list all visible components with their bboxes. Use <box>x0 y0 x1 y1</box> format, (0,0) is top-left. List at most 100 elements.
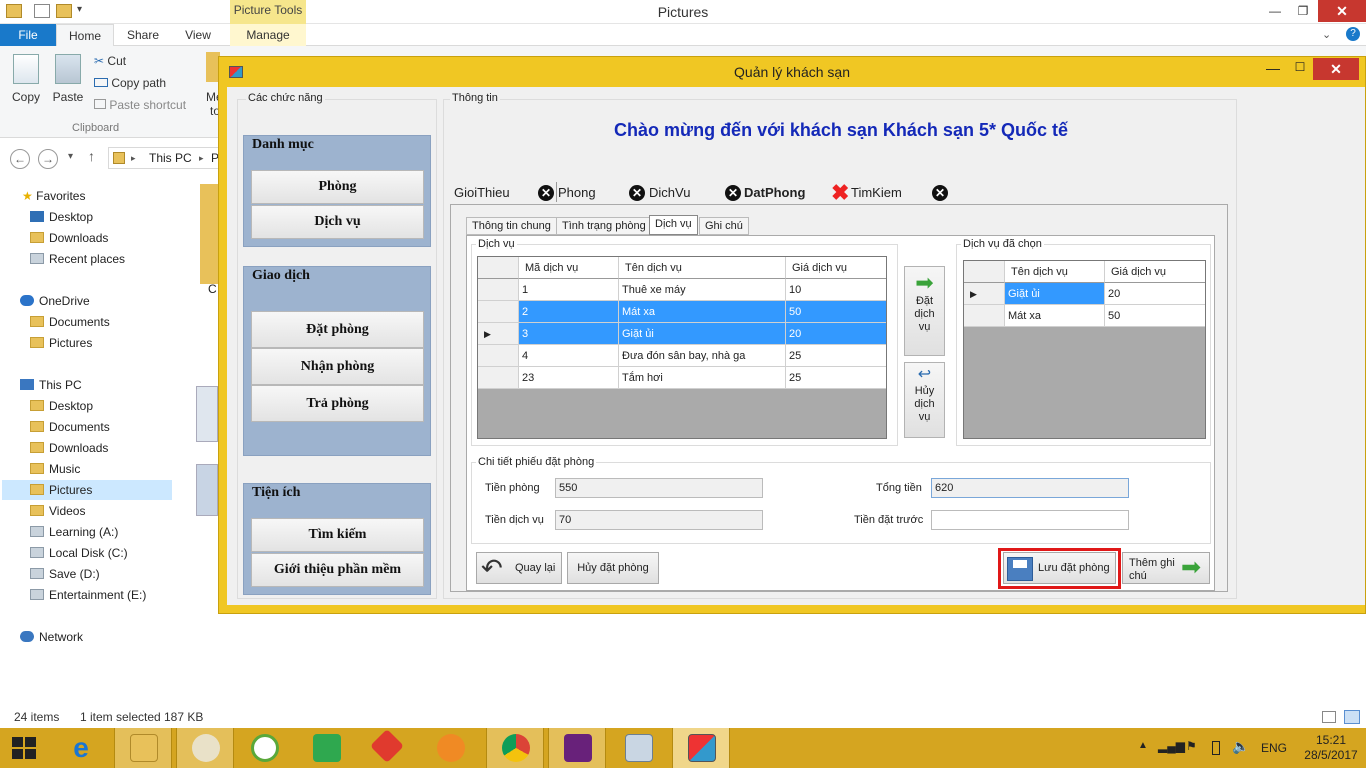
col-gia-dich-vu[interactable]: Giá dịch vụ <box>1105 261 1205 283</box>
col-gia-dich-vu[interactable]: Giá dịch vụ <box>786 257 886 279</box>
close-tab-gioithieu-icon[interactable]: ✕ <box>538 185 554 201</box>
cell-gia[interactable]: 25 <box>786 367 886 389</box>
cell-ten[interactable]: Thuê xe máy <box>619 279 786 301</box>
nav-drive-d[interactable]: Save (D:) <box>30 564 202 584</box>
paste-shortcut-button[interactable]: Paste shortcut <box>94 98 186 112</box>
row-header[interactable] <box>478 279 519 301</box>
flag-icon[interactable]: ⚑ <box>1186 739 1197 753</box>
back-button[interactable]: ↶ Quay lại <box>476 552 562 584</box>
signal-icon[interactable]: ▂▄▆ <box>1158 739 1185 753</box>
show-hidden-icons-icon[interactable]: ▲ <box>1138 740 1148 751</box>
cell-ten[interactable]: Tắm hơi <box>619 367 786 389</box>
volume-icon[interactable]: 🔈 <box>1232 738 1249 755</box>
cell-ten[interactable]: Đưa đón sân bay, nhà ga <box>619 345 786 367</box>
close-icon[interactable]: ✕ <box>1313 58 1359 80</box>
cell-ma[interactable]: 3 <box>519 323 619 345</box>
nav-onedrive-pictures[interactable]: Pictures <box>30 333 202 353</box>
col-ten-dich-vu[interactable]: Tên dịch vụ <box>619 257 786 279</box>
image-thumbnail-2[interactable] <box>196 464 218 516</box>
cell-gia[interactable]: 10 <box>786 279 886 301</box>
nav-drive-c[interactable]: Local Disk (C:) <box>30 543 202 563</box>
cut-button[interactable]: ✂ Cut <box>94 54 126 68</box>
minimize-icon[interactable]: — <box>1262 2 1288 20</box>
nav-drive-a[interactable]: Learning (A:) <box>30 522 202 542</box>
taskbar-app-5[interactable] <box>360 728 418 768</box>
cancel-booking-button[interactable]: Hủy đặt phòng <box>567 552 659 584</box>
nav-favorites[interactable]: ★ Favorites <box>22 186 194 206</box>
dich-vu-button[interactable]: Dịch vụ <box>251 205 424 239</box>
folder-thumbnail[interactable] <box>200 184 218 284</box>
dat-phong-button[interactable]: Đặt phòng <box>251 311 424 348</box>
cell-ma[interactable]: 2 <box>519 301 619 323</box>
taskbar-paint[interactable] <box>176 728 234 768</box>
row-header[interactable] <box>964 305 1005 327</box>
cell-gia[interactable]: 20 <box>1105 283 1205 305</box>
add-service-button[interactable]: ➡ Đặt dịch vụ <box>904 266 945 356</box>
cell-gia[interactable]: 25 <box>786 345 886 367</box>
tab-file[interactable]: File <box>0 24 56 46</box>
cancel-service-button[interactable]: ↩ Hủy dịch vụ <box>904 362 945 438</box>
large-icons-view-icon[interactable] <box>1344 710 1360 724</box>
close-tab-phong-icon[interactable]: ✕ <box>629 185 645 201</box>
row-header[interactable] <box>478 345 519 367</box>
copy-path-button[interactable]: Copy path <box>94 76 166 90</box>
close-tab-datphong-icon[interactable]: ✖ <box>831 182 849 204</box>
subtab-thong-tin-chung[interactable]: Thông tin chung <box>466 217 557 235</box>
nav-onedrive-documents[interactable]: Documents <box>30 312 202 332</box>
cell-ma[interactable]: 1 <box>519 279 619 301</box>
up-arrow-icon[interactable]: ↑ <box>88 148 95 164</box>
back-arrow-icon[interactable]: ← <box>10 149 30 169</box>
tab-phong[interactable]: Phong <box>558 182 596 204</box>
copy-button[interactable]: Copy <box>6 54 46 104</box>
taskbar-store[interactable] <box>298 728 356 768</box>
tab-manage[interactable]: Manage <box>230 24 306 46</box>
cell-ma[interactable]: 23 <box>519 367 619 389</box>
cell-ten[interactable]: Giặt ủi <box>619 323 786 345</box>
subtab-ghi-chu[interactable]: Ghi chú <box>699 217 749 235</box>
taskbar-app-3[interactable] <box>236 728 294 768</box>
tra-phong-button[interactable]: Trả phòng <box>251 385 424 422</box>
taskbar-chrome[interactable] <box>486 728 544 768</box>
cell-ten[interactable]: Mát xa <box>1005 305 1105 327</box>
cell-ma[interactable]: 4 <box>519 345 619 367</box>
phong-button[interactable]: Phòng <box>251 170 424 204</box>
nav-network[interactable]: Network <box>20 627 192 647</box>
tien-phong-field[interactable]: 550 <box>555 478 763 498</box>
nav-pc-desktop[interactable]: Desktop <box>30 396 202 416</box>
tab-dichvu[interactable]: DichVu <box>649 182 690 204</box>
services-grid[interactable]: Mã dịch vụ Tên dịch vụ Giá dịch vụ 1 Thu… <box>477 256 887 439</box>
nav-pc-documents[interactable]: Documents <box>30 417 202 437</box>
tien-dat-truoc-input[interactable] <box>931 510 1129 530</box>
gioi-thieu-button[interactable]: Giới thiệu phần mềm <box>251 553 424 587</box>
cell-gia[interactable]: 50 <box>1105 305 1205 327</box>
tab-view[interactable]: View <box>176 24 220 46</box>
col-ten-dich-vu[interactable]: Tên dịch vụ <box>1005 261 1105 283</box>
current-row-arrow-icon[interactable]: ▶ <box>964 283 1005 305</box>
cell-ten[interactable]: Giặt ủi <box>1005 283 1105 305</box>
nav-recent-places[interactable]: Recent places <box>30 249 202 269</box>
cell-gia[interactable]: 50 <box>786 301 886 323</box>
paste-button[interactable]: Paste <box>48 54 88 104</box>
restore-icon[interactable]: ❐ <box>1290 2 1316 20</box>
nav-downloads[interactable]: Downloads <box>30 228 202 248</box>
forward-arrow-icon[interactable]: → <box>38 149 58 169</box>
tab-gioithieu[interactable]: GioiThieu <box>454 182 510 204</box>
close-icon[interactable]: ✕ <box>1318 0 1366 22</box>
nav-drive-e[interactable]: Entertainment (E:) <box>30 585 202 605</box>
language-indicator[interactable]: ENG <box>1261 741 1287 755</box>
taskbar-media[interactable] <box>422 728 480 768</box>
tab-timkiem[interactable]: TimKiem <box>851 182 902 204</box>
add-note-button[interactable]: Thêm ghi chú ➡ <box>1122 552 1210 584</box>
close-tab-timkiem-icon[interactable]: ✕ <box>932 185 948 201</box>
cell-gia[interactable]: 20 <box>786 323 886 345</box>
clock[interactable]: 15:21 28/5/2017 <box>1298 733 1364 763</box>
battery-icon[interactable] <box>1212 741 1220 755</box>
tab-share[interactable]: Share <box>120 24 166 46</box>
tim-kiem-button[interactable]: Tìm kiếm <box>251 518 424 552</box>
ribbon-expand-icon[interactable]: ⌄ <box>1322 28 1331 41</box>
nav-pc-pictures[interactable]: Pictures <box>2 480 172 500</box>
recent-locations-icon[interactable]: ▾ <box>68 151 73 162</box>
breadcrumb-this-pc[interactable]: This PC <box>149 151 192 165</box>
cell-ten[interactable]: Mát xa <box>619 301 786 323</box>
image-thumbnail[interactable] <box>196 386 218 442</box>
